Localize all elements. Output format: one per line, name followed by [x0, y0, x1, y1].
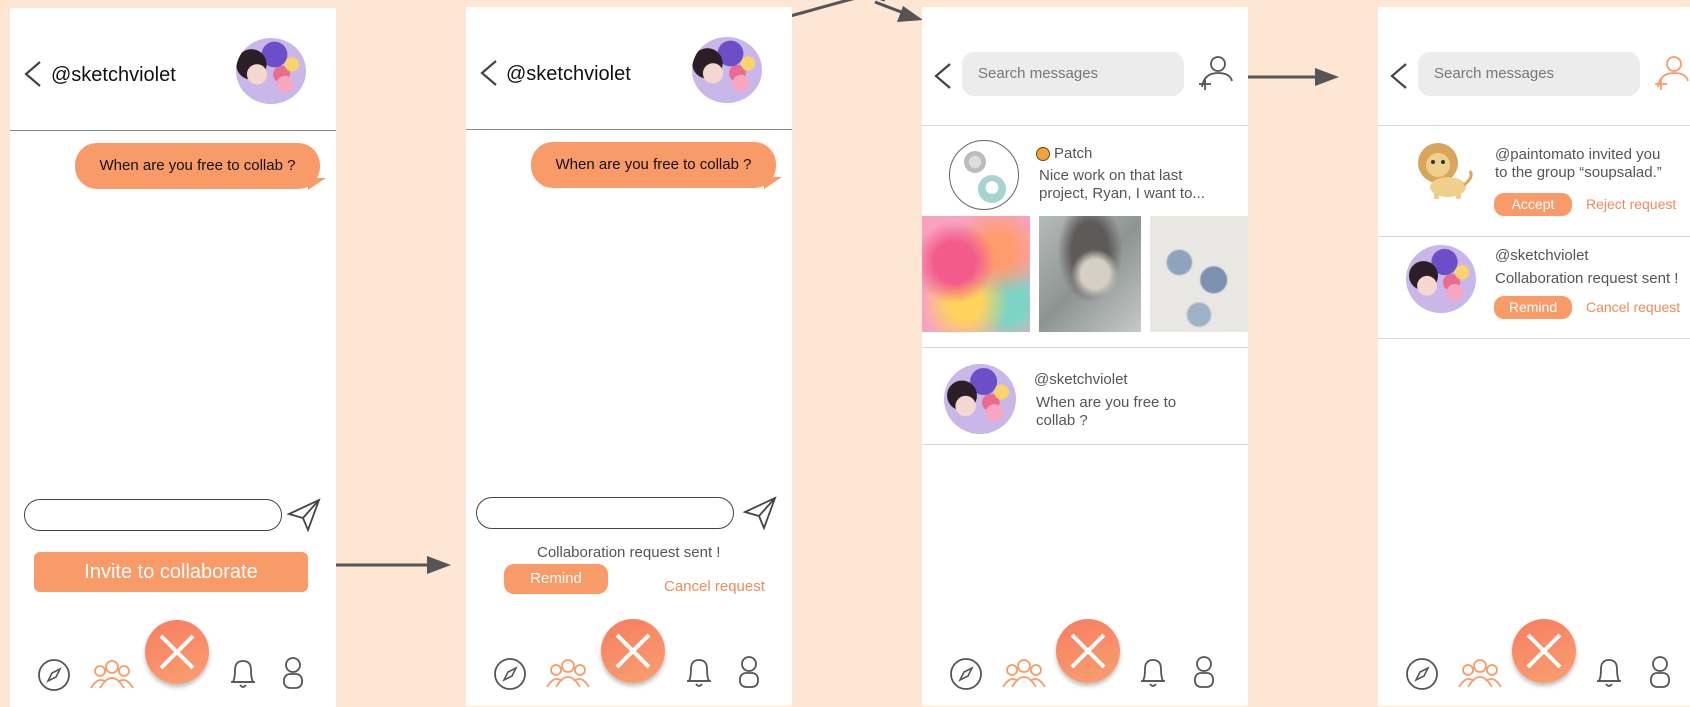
group-member-avatar [964, 151, 986, 173]
send-icon[interactable] [742, 496, 778, 530]
cancel-request-link[interactable]: Cancel request [1586, 299, 1680, 315]
community-icon[interactable] [1458, 657, 1502, 689]
bell-icon[interactable] [1594, 655, 1624, 689]
add-user-icon[interactable] [1196, 53, 1234, 93]
avatar[interactable] [692, 37, 762, 103]
profile-icon[interactable] [1192, 655, 1216, 689]
header-divider [10, 130, 336, 131]
back-button[interactable] [932, 61, 954, 91]
add-user-icon[interactable] [1652, 53, 1690, 93]
cancel-request-link[interactable]: Cancel request [664, 578, 765, 595]
create-button[interactable] [601, 619, 665, 683]
artwork-thumbnail[interactable] [1150, 216, 1248, 332]
request-text: @sketchviolet Collaboration request sent… [1495, 247, 1678, 288]
avatar [1406, 245, 1476, 313]
message-input[interactable] [476, 497, 734, 529]
header-divider [1378, 125, 1690, 126]
message-text: When are you free to collab ? [555, 156, 752, 173]
invite-to-collaborate-button[interactable]: Invite to collaborate [34, 552, 308, 592]
compass-icon[interactable] [37, 658, 71, 692]
create-button[interactable] [145, 620, 209, 684]
bell-icon[interactable] [684, 655, 714, 689]
create-icon [1070, 633, 1106, 669]
conversation-preview: Nice work on that last project, Ryan, I … [1039, 167, 1205, 203]
message-bubble: When are you free to collab ? [531, 142, 776, 188]
group-avatar [949, 140, 1019, 210]
avatar[interactable] [236, 38, 306, 104]
back-icon [24, 61, 41, 87]
request-text: @paintomato invited you to the group “so… [1495, 146, 1662, 182]
artwork-thumbnail[interactable] [922, 216, 1030, 332]
bell-icon[interactable] [228, 656, 258, 690]
community-icon[interactable] [1002, 657, 1046, 689]
flow-arrow-3-to-4 [1240, 68, 1339, 86]
request-line: Collaboration request sent ! [1495, 270, 1679, 287]
message-input[interactable] [24, 499, 282, 531]
back-icon [480, 60, 497, 86]
group-member-avatar [978, 175, 1006, 203]
conversation-name: @sketchviolet [1034, 371, 1128, 388]
bottom-nav [1378, 607, 1690, 697]
profile-icon[interactable] [281, 656, 305, 690]
back-button[interactable] [1388, 61, 1410, 91]
conversation-preview: When are you free to collab ? [1036, 394, 1176, 430]
search-input[interactable]: Search messages [962, 52, 1184, 96]
create-button[interactable] [1056, 619, 1120, 683]
bubble-tail [764, 177, 782, 189]
header-divider [922, 125, 1248, 126]
create-button[interactable] [1512, 619, 1576, 683]
bottom-nav [466, 607, 792, 697]
chat-screen-request-sent: @sketchviolet When are you free to colla… [466, 7, 792, 706]
preview-line: project, Ryan, I want to... [1039, 185, 1205, 202]
request-line: @paintomato invited you [1495, 146, 1661, 163]
messages-list-screen: Search messages Patch Nice work on that … [922, 7, 1248, 706]
request-line: @sketchviolet [1495, 247, 1589, 264]
community-icon[interactable] [90, 658, 134, 690]
request-status: Collaboration request sent ! [537, 544, 721, 561]
remind-button[interactable]: Remind [504, 564, 608, 594]
compass-icon[interactable] [949, 657, 983, 691]
chat-handle: @sketchviolet [51, 64, 176, 86]
row-divider [922, 444, 1248, 445]
conversation-name: Patch [1054, 145, 1093, 162]
lion-avatar [1418, 143, 1473, 199]
patch-emoji-icon [1036, 147, 1050, 161]
bell-icon[interactable] [1138, 655, 1168, 689]
compass-icon[interactable] [1405, 657, 1439, 691]
back-icon [1390, 63, 1407, 89]
header-divider [466, 129, 792, 130]
create-icon [1526, 633, 1562, 669]
request-line: to the group “soupsalad.” [1495, 164, 1662, 181]
bottom-nav [10, 608, 336, 698]
row-divider [922, 347, 1248, 348]
preview-line: Nice work on that last [1039, 167, 1183, 184]
message-bubble: When are you free to collab ? [75, 143, 320, 189]
bubble-tail [308, 178, 326, 190]
remind-button[interactable]: Remind [1494, 296, 1572, 319]
row-divider [1378, 236, 1690, 237]
artwork-thumbnail[interactable] [1039, 216, 1141, 332]
profile-icon[interactable] [1648, 655, 1672, 689]
chat-screen-initial: @sketchviolet When are you free to colla… [10, 8, 336, 707]
avatar [944, 364, 1016, 434]
community-icon[interactable] [546, 657, 590, 689]
compass-icon[interactable] [493, 657, 527, 691]
profile-icon[interactable] [737, 655, 761, 689]
chat-handle: @sketchviolet [506, 63, 631, 85]
bottom-nav [922, 607, 1248, 697]
preview-line: When are you free to [1036, 394, 1177, 411]
accept-button[interactable]: Accept [1494, 193, 1572, 216]
back-icon [934, 63, 951, 89]
row-divider [1378, 338, 1690, 339]
back-button[interactable] [478, 58, 500, 88]
back-button[interactable] [22, 59, 44, 89]
search-input[interactable]: Search messages [1418, 52, 1640, 96]
reject-request-link[interactable]: Reject request [1586, 196, 1676, 212]
requests-screen: Search messages @paintomato invited you … [1378, 7, 1690, 706]
send-icon[interactable] [286, 498, 322, 532]
message-text: When are you free to collab ? [99, 157, 296, 174]
create-icon [159, 634, 195, 670]
preview-line: collab ? [1036, 412, 1088, 429]
create-icon [615, 633, 651, 669]
